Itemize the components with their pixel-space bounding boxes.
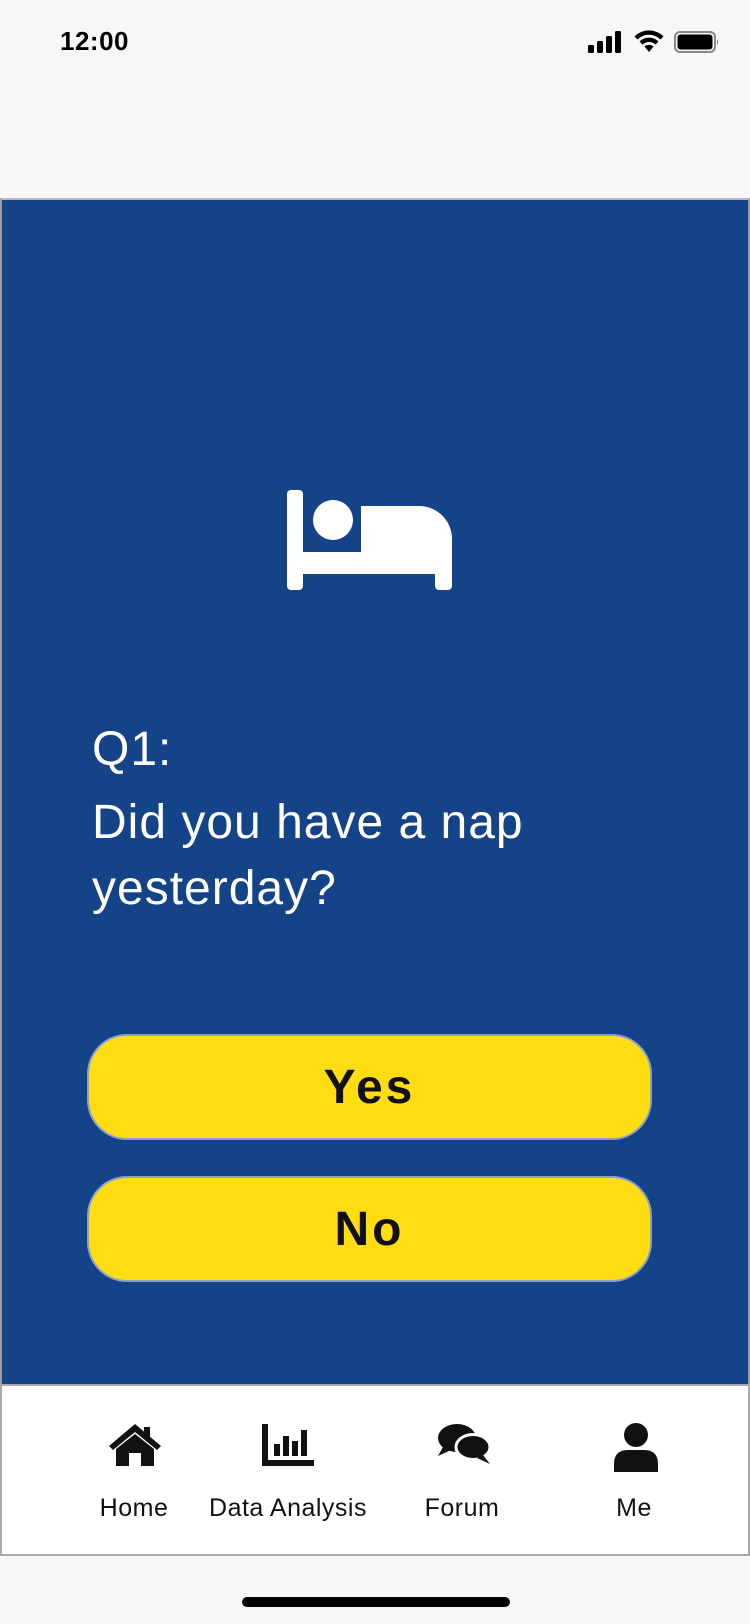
question-panel: Q1: Did you have a nap yesterday? Yes No [0,198,750,1384]
wifi-icon [634,29,664,59]
home-indicator[interactable] [242,1597,510,1607]
yes-button[interactable]: Yes [87,1034,652,1140]
tab-bar: Home Data Analysis Forum Me [0,1384,750,1556]
question-text: Did you have a nap yesterday? [92,796,524,915]
question-number: Q1: [92,723,173,776]
status-bar: 12:00 [0,0,750,90]
yes-button-label: Yes [323,1060,416,1114]
user-icon [612,1422,668,1474]
bed-icon [287,490,452,590]
chat-bubbles-icon [437,1422,493,1474]
no-button[interactable]: No [87,1176,652,1282]
tab-forum-label: Forum [424,1494,500,1522]
tab-me[interactable]: Me [562,1386,702,1554]
tab-data-analysis-label: Data Analysis [209,1494,367,1522]
tab-home-label: Home [99,1494,169,1522]
status-icons [588,29,720,59]
tab-forum[interactable]: Forum [397,1386,537,1554]
status-time: 12:00 [60,26,129,56]
tab-home[interactable]: Home [62,1386,202,1554]
no-button-label: No [334,1202,405,1256]
battery-icon [674,30,720,58]
tab-me-label: Me [616,1494,652,1522]
home-icon [108,1422,164,1474]
bar-chart-icon [262,1422,318,1474]
tab-data-analysis[interactable]: Data Analysis [202,1386,372,1554]
signal-icon [588,30,624,58]
